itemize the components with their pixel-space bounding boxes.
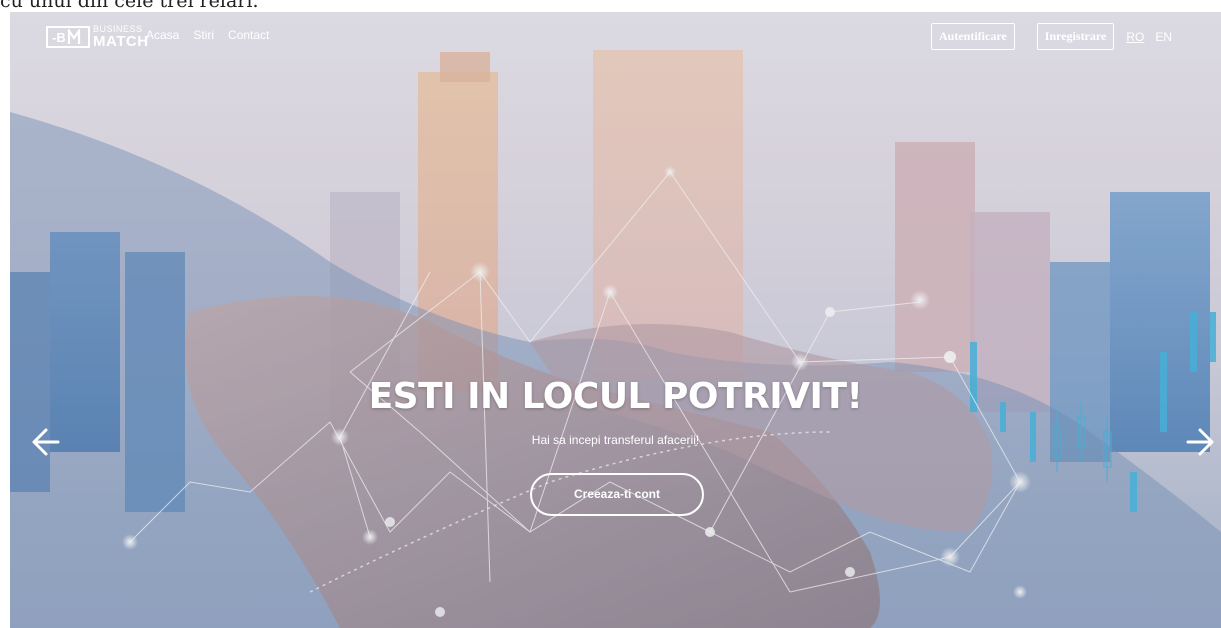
bm-logo-icon: -B (46, 26, 90, 48)
login-button[interactable]: Autentificare (931, 23, 1015, 50)
arrow-left-icon (32, 428, 60, 456)
nav-contact-link[interactable]: Contact (228, 28, 269, 42)
auth-bar: Autentificare Inregistrare RO EN (931, 23, 1172, 50)
hero-subheadline: Hai sa incepi transferul afacerii! (531, 433, 700, 447)
arrow-right-icon (1186, 428, 1214, 456)
hero-overlay (10, 12, 1221, 628)
nav-news-link[interactable]: Stiri (193, 28, 214, 42)
carousel-next-button[interactable] (1182, 424, 1221, 460)
lang-ro-link[interactable]: RO (1126, 30, 1144, 44)
page-caption: cu unul din cele trei relari. (0, 0, 259, 12)
main-nav: Acasa Stiri Contact (146, 28, 269, 42)
create-account-button[interactable]: Creeaza-ti cont (530, 473, 704, 516)
nav-home-link[interactable]: Acasa (146, 28, 179, 42)
lang-en-link[interactable]: EN (1155, 30, 1172, 44)
register-button[interactable]: Inregistrare (1036, 23, 1115, 50)
site-logo[interactable]: -B BUSINESS MATCH (46, 24, 149, 50)
carousel-prev-button[interactable] (24, 424, 64, 460)
hero-headline: ESTI IN LOCUL POTRIVIT! (368, 376, 863, 417)
logo-line-2: MATCH (93, 33, 149, 50)
logo-wordmark: BUSINESS MATCH (93, 25, 149, 50)
hero-carousel: -B BUSINESS MATCH Acasa Stiri Contact Au… (10, 12, 1221, 628)
page-caption-strip: cu unul din cele trei relari. (0, 0, 1221, 12)
svg-text:-B: -B (52, 30, 66, 45)
